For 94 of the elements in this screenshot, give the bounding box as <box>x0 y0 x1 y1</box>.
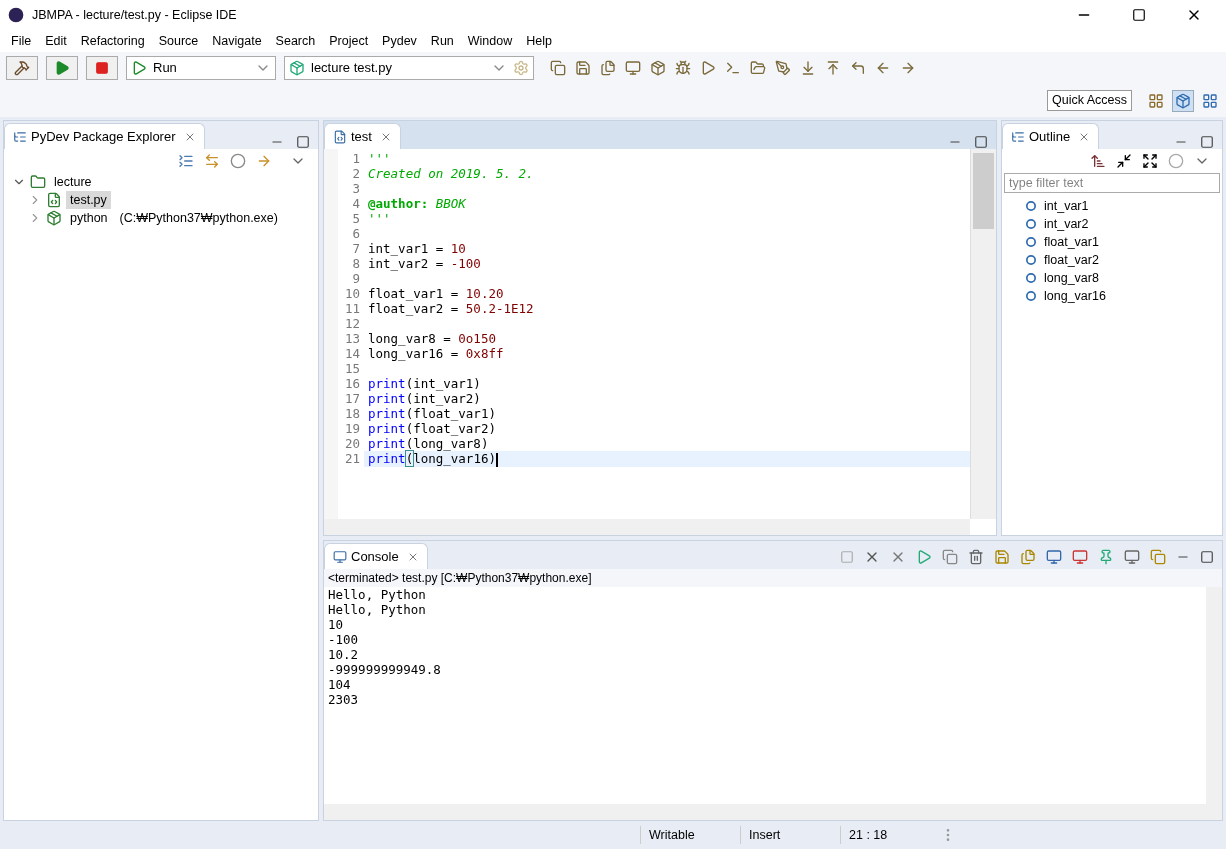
play-icon <box>131 60 147 76</box>
menu-item[interactable]: Refactoring <box>73 31 152 51</box>
collapse-icon[interactable] <box>1116 153 1132 169</box>
vertical-scrollbar[interactable] <box>1206 587 1222 804</box>
menu-item[interactable]: Project <box>322 31 376 51</box>
console-status: <terminated> test.py [C:₩Python37₩python.exe] <box>324 569 1222 587</box>
forward-icon[interactable] <box>900 60 916 76</box>
code-line: int_var2 = -100 <box>367 256 481 271</box>
code-line: print(long_var8) <box>367 436 489 451</box>
sort-icon[interactable] <box>1090 153 1106 169</box>
menu-item[interactable]: File <box>4 31 39 51</box>
console-output-line: -999999999949.8 <box>328 662 442 677</box>
tree-item-detail: (C:₩Python37₩python.exe) <box>119 209 278 227</box>
run-icon[interactable] <box>700 60 716 76</box>
filter-field[interactable]: type filter text <box>1004 173 1220 193</box>
back-icon[interactable] <box>875 60 891 76</box>
code-line: float_var1 = 10.20 <box>367 286 504 301</box>
code-line: ''' <box>367 151 391 166</box>
play-icon <box>54 60 70 76</box>
expand-icon[interactable] <box>1142 153 1158 169</box>
console-icon[interactable] <box>333 549 347 564</box>
code-line: ''' <box>367 211 391 226</box>
code-line: long_var16 = 0x8ff <box>367 346 504 361</box>
copy-icon[interactable] <box>942 549 958 565</box>
monitor-icon[interactable] <box>625 60 641 76</box>
debug-icon[interactable] <box>675 60 691 76</box>
code-line: long_var8 = 0o150 <box>367 331 496 346</box>
view-tab[interactable]: PyDev Package Explorer <box>4 123 205 149</box>
code-line: print(float_var1) <box>367 406 496 421</box>
code-line: print(int_var2) <box>367 391 481 406</box>
pin-console-icon[interactable] <box>1098 549 1114 565</box>
menu-item[interactable]: Navigate <box>205 31 269 51</box>
code-line: print(float_var2) <box>367 421 496 436</box>
settings-icon <box>513 60 529 76</box>
launch-mode-dropdown[interactable]: Run <box>126 56 276 80</box>
save-icon[interactable] <box>575 60 591 76</box>
outline-icon[interactable] <box>1011 129 1025 144</box>
outline-item[interactable]: int_var1 <box>1044 196 1089 216</box>
menu-item[interactable]: Edit <box>38 31 74 51</box>
window-title: JBMPA - lecture/test.py - Eclipse IDE <box>32 6 237 24</box>
tree-icon[interactable] <box>13 129 27 144</box>
view-tab[interactable]: Console <box>324 543 428 569</box>
outline-item[interactable]: float_var1 <box>1044 232 1099 252</box>
file-icon[interactable] <box>333 129 347 144</box>
outline-item[interactable]: float_var2 <box>1044 250 1099 270</box>
menu-item[interactable]: Search <box>268 31 323 51</box>
folder-icon[interactable] <box>30 174 46 190</box>
code-line: print(int_var1) <box>367 376 481 391</box>
console-output-line: Hello, Python <box>328 587 427 602</box>
horizontal-scrollbar[interactable] <box>324 519 970 535</box>
vertical-scrollbar[interactable] <box>970 149 996 519</box>
line-number: 21 <box>338 451 364 467</box>
stop-button[interactable] <box>86 56 118 80</box>
console-output-line: -100 <box>328 632 360 647</box>
folder-icon[interactable] <box>750 60 766 76</box>
code-line: float_var2 = 50.2-1E12 <box>367 301 534 316</box>
tree-item[interactable]: lecture <box>50 172 96 192</box>
status-cursor-position: 21 : 18 <box>840 825 940 845</box>
stop-icon <box>95 61 109 75</box>
outline-item[interactable]: long_var16 <box>1044 286 1106 306</box>
console-output-line: 104 <box>328 677 352 692</box>
console-output-line: Hello, Python <box>328 602 427 617</box>
console-output-line: 10 <box>328 617 345 632</box>
build-button[interactable] <box>6 56 38 80</box>
hammer-icon <box>14 60 30 76</box>
file-icon[interactable] <box>46 192 62 208</box>
quick-access-field[interactable]: Quick Access <box>1046 90 1132 111</box>
tree-item[interactable]: test.py <box>66 190 111 210</box>
run-button[interactable] <box>46 56 78 80</box>
code-line: Created on 2019. 5. 2. <box>367 166 534 181</box>
menu-item[interactable]: Run <box>423 31 461 51</box>
status-insert-mode: Insert <box>740 825 840 845</box>
console-output-line: 2303 <box>328 692 360 707</box>
pen-icon[interactable] <box>775 60 791 76</box>
clear-console-icon[interactable] <box>968 549 984 565</box>
menu-item[interactable]: Window <box>460 31 520 51</box>
maximize-icon[interactable] <box>1132 8 1146 22</box>
status-writable: Writable <box>640 825 740 845</box>
code-line: print(long_var16) <box>367 451 498 467</box>
outline-item[interactable]: long_var8 <box>1044 268 1099 288</box>
package-icon[interactable] <box>46 210 62 226</box>
horizontal-scrollbar[interactable] <box>324 804 1222 820</box>
menu-item[interactable]: Help <box>519 31 559 51</box>
package-icon[interactable] <box>650 60 666 76</box>
outline-item[interactable]: int_var2 <box>1044 214 1089 234</box>
menu-item[interactable]: Source <box>151 31 206 51</box>
view-tab[interactable]: Outline <box>1002 123 1100 149</box>
code-line: @author: BBOK <box>367 196 466 211</box>
launch-target-dropdown[interactable]: lecture test.py <box>284 56 534 80</box>
console-output-line: 10.2 <box>328 647 360 662</box>
menu-item[interactable]: Pydev <box>375 31 424 51</box>
code-line: int_var1 = 10 <box>367 241 466 256</box>
view-tab[interactable]: test <box>324 123 401 149</box>
tree-item[interactable]: python <box>66 208 112 228</box>
